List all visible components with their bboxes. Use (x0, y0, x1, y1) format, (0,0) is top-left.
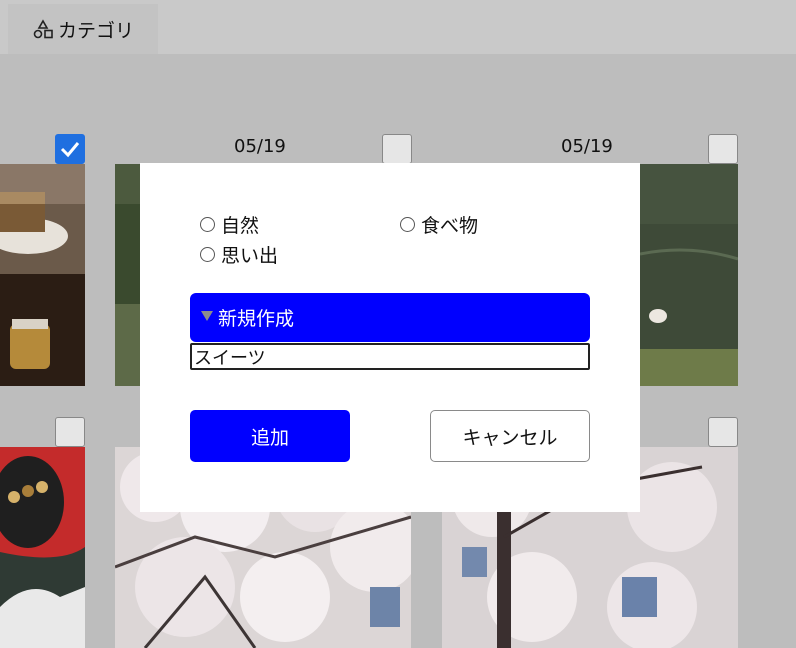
radio-category-memories[interactable]: 思い出 (200, 241, 278, 268)
triangle-down-icon (201, 311, 213, 321)
photo-thumbnail-dango[interactable] (0, 447, 85, 648)
photo-checkbox-checked[interactable] (55, 134, 85, 164)
photo-checkbox[interactable] (382, 134, 412, 164)
new-category-label: 新規作成 (218, 308, 295, 330)
radio-label: 自然 (221, 215, 260, 237)
radio-label: 食べ物 (421, 215, 479, 237)
tab-category[interactable]: カテゴリ (8, 4, 158, 54)
checkmark-icon (60, 142, 80, 158)
cancel-button[interactable]: キャンセル (430, 410, 590, 462)
radio-circle[interactable] (200, 217, 215, 232)
photo-thumbnail-river-swan[interactable] (640, 164, 738, 386)
radio-category-nature[interactable]: 自然 (200, 211, 259, 238)
photo-checkbox[interactable] (708, 134, 738, 164)
add-button[interactable]: 追加 (190, 410, 350, 462)
category-shapes-icon (32, 18, 54, 40)
photo-checkbox[interactable] (55, 417, 85, 447)
date-label: 05/19 (561, 136, 613, 157)
top-bar: カテゴリ (0, 0, 796, 54)
date-label: 05/19 (234, 136, 286, 157)
tab-label: カテゴリ (58, 19, 135, 42)
add-category-dialog: 自然 食べ物 思い出 新規作成 追加 キャンセル (140, 163, 640, 512)
photo-thumbnail-cake[interactable] (0, 164, 85, 386)
photo-checkbox[interactable] (708, 417, 738, 447)
radio-circle[interactable] (200, 247, 215, 262)
photo-thumbnail-river-left[interactable] (115, 164, 140, 386)
radio-category-food[interactable]: 食べ物 (400, 211, 478, 238)
new-category-toggle[interactable]: 新規作成 (190, 293, 590, 342)
new-category-name-input[interactable] (190, 343, 590, 370)
radio-label: 思い出 (221, 245, 279, 267)
radio-circle[interactable] (400, 217, 415, 232)
